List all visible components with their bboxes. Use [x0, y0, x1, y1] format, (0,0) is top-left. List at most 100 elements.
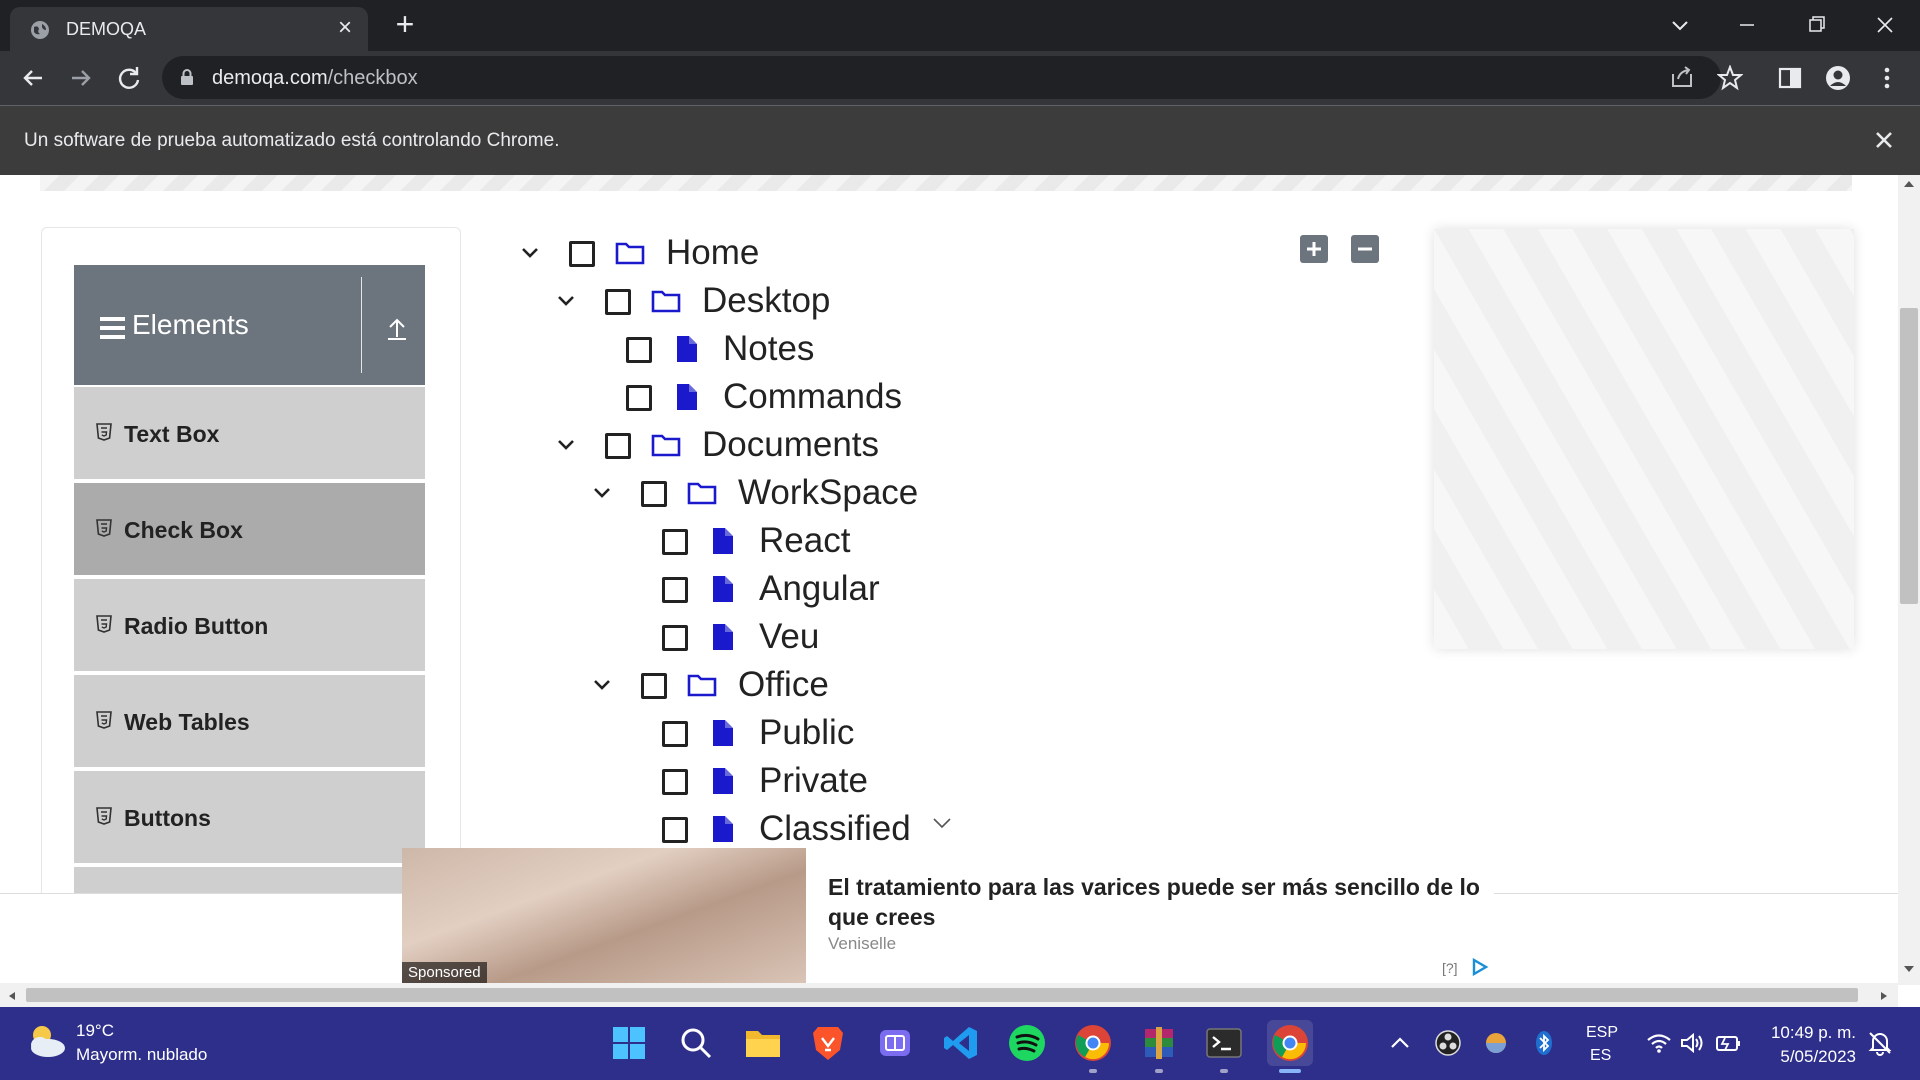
obs-icon[interactable] — [1434, 1029, 1462, 1057]
tray-app-icon[interactable] — [1482, 1029, 1510, 1057]
ad-title[interactable]: El tratamiento para las varices puede se… — [828, 872, 1488, 932]
wifi-icon[interactable] — [1645, 1029, 1673, 1057]
browser-tab[interactable]: DEMOQA × — [10, 7, 368, 51]
tree-node-angular: Angular — [611, 567, 911, 611]
adchoices-icon[interactable] — [1470, 958, 1490, 976]
share-icon[interactable] — [1669, 64, 1695, 90]
html5-icon — [96, 423, 112, 441]
clock-date[interactable]: 5/05/2023 — [1766, 1047, 1856, 1067]
input-language[interactable]: ESP — [1586, 1024, 1618, 1042]
close-icon[interactable] — [1872, 128, 1896, 152]
tree-node-label[interactable]: Desktop — [702, 281, 830, 321]
tree-node-label[interactable]: Notes — [723, 329, 814, 369]
tree-node-label[interactable]: Home — [666, 233, 759, 273]
chevron-down-icon[interactable] — [930, 815, 954, 831]
collapse-arrow-icon[interactable] — [385, 315, 409, 341]
restore-icon[interactable] — [1796, 8, 1836, 44]
keyboard-layout[interactable]: ES — [1590, 1047, 1611, 1065]
clock-time[interactable]: 10:49 p. m. — [1766, 1023, 1856, 1043]
tree-checkbox[interactable] — [662, 769, 688, 795]
chevron-down-icon[interactable] — [590, 481, 614, 505]
taskbar-teams-app[interactable] — [872, 1020, 918, 1066]
tree-node-label[interactable]: Angular — [759, 569, 880, 609]
sidebar-item-web-tables[interactable]: Web Tables — [74, 675, 425, 769]
tree-checkbox[interactable] — [641, 673, 667, 699]
taskbar-spotify[interactable] — [1004, 1020, 1050, 1066]
scroll-down-icon[interactable] — [1902, 963, 1916, 975]
lock-icon[interactable] — [180, 69, 194, 85]
scroll-up-icon[interactable] — [1902, 178, 1916, 190]
scroll-right-icon[interactable] — [1878, 990, 1890, 1002]
tab-close-icon[interactable]: × — [333, 16, 357, 41]
bookmark-star-icon[interactable] — [1717, 65, 1743, 91]
weather-description[interactable]: Mayorm. nublado — [76, 1045, 207, 1065]
tree-checkbox[interactable] — [626, 385, 652, 411]
tree-node-label[interactable]: Documents — [702, 425, 879, 465]
reload-icon[interactable] — [112, 61, 146, 95]
taskbar-terminal[interactable] — [1201, 1020, 1247, 1066]
start-button[interactable] — [606, 1020, 652, 1066]
sidebar-item-text-box[interactable]: Text Box — [74, 387, 425, 481]
tree-checkbox[interactable] — [605, 433, 631, 459]
chevron-down-icon[interactable] — [554, 433, 578, 457]
tree-node-label[interactable]: React — [759, 521, 850, 561]
taskbar-search[interactable] — [673, 1020, 719, 1066]
expand-all-button[interactable] — [1300, 235, 1328, 263]
bluetooth-icon[interactable] — [1530, 1029, 1558, 1057]
chevron-down-icon[interactable] — [554, 289, 578, 313]
weather-cloudy-icon[interactable] — [24, 1021, 68, 1061]
sidebar-item-buttons[interactable]: Buttons — [74, 771, 425, 865]
minimize-icon[interactable] — [1727, 8, 1767, 44]
tree-node-label[interactable]: Office — [738, 665, 829, 705]
taskbar-file-explorer[interactable] — [740, 1020, 786, 1066]
tree-checkbox[interactable] — [569, 241, 595, 267]
weather-temperature[interactable]: 19°C — [76, 1021, 114, 1041]
menu-kebab-icon[interactable] — [1874, 65, 1900, 91]
address-bar[interactable]: demoqa.com/checkbox — [162, 56, 1721, 99]
tab-search-icon[interactable] — [1660, 8, 1700, 44]
sidebar-item-check-box[interactable]: Check Box — [74, 483, 425, 577]
taskbar-brave[interactable] — [805, 1020, 851, 1066]
tree-checkbox[interactable] — [626, 337, 652, 363]
back-icon[interactable] — [16, 61, 50, 95]
notifications-icon[interactable] — [1866, 1029, 1894, 1057]
tree-node-label[interactable]: Commands — [723, 377, 902, 417]
tree-node-label[interactable]: WorkSpace — [738, 473, 918, 513]
profile-icon[interactable] — [1825, 65, 1851, 91]
close-window-icon[interactable] — [1865, 8, 1905, 44]
taskbar-vscode[interactable] — [938, 1020, 984, 1066]
tree-checkbox[interactable] — [662, 817, 688, 843]
sponsored-ad[interactable]: Sponsored El tratamiento para las varice… — [402, 848, 1494, 983]
scroll-left-icon[interactable] — [6, 990, 18, 1002]
ad-source[interactable]: Veniselle — [828, 934, 896, 954]
sidebar-item-radio-button[interactable]: Radio Button — [74, 579, 425, 673]
new-tab-button[interactable]: + — [390, 8, 420, 40]
volume-icon[interactable] — [1678, 1029, 1706, 1057]
tree-checkbox[interactable] — [662, 721, 688, 747]
forward-icon[interactable] — [64, 61, 98, 95]
side-panel-icon[interactable] — [1777, 65, 1803, 91]
tree-node-label[interactable]: Public — [759, 713, 854, 753]
ad-help-link[interactable]: [?] — [1442, 960, 1458, 976]
battery-icon[interactable] — [1714, 1029, 1742, 1057]
tree-node-label[interactable]: Veu — [759, 617, 819, 657]
taskbar-chrome-1[interactable] — [1070, 1020, 1116, 1066]
collapse-all-button[interactable] — [1351, 235, 1379, 263]
taskbar-winrar[interactable] — [1136, 1020, 1182, 1066]
tree-checkbox[interactable] — [605, 289, 631, 315]
tree-node-label[interactable]: Private — [759, 761, 868, 801]
tree-node-label[interactable]: Classified — [759, 809, 911, 849]
ad-image[interactable]: Sponsored — [402, 848, 806, 983]
chevron-up-icon[interactable] — [1386, 1029, 1414, 1057]
tree-checkbox[interactable] — [641, 481, 667, 507]
vertical-scrollbar-thumb[interactable] — [1900, 308, 1918, 604]
horizontal-scrollbar-thumb[interactable] — [26, 988, 1858, 1002]
infobar-text: Un software de prueba automatizado está … — [24, 130, 560, 151]
elements-group-header[interactable]: Elements — [74, 265, 425, 385]
taskbar-chrome-2[interactable] — [1267, 1020, 1313, 1066]
chevron-down-icon[interactable] — [590, 673, 614, 697]
chevron-down-icon[interactable] — [518, 241, 542, 265]
tree-checkbox[interactable] — [662, 529, 688, 555]
tree-checkbox[interactable] — [662, 625, 688, 651]
tree-checkbox[interactable] — [662, 577, 688, 603]
